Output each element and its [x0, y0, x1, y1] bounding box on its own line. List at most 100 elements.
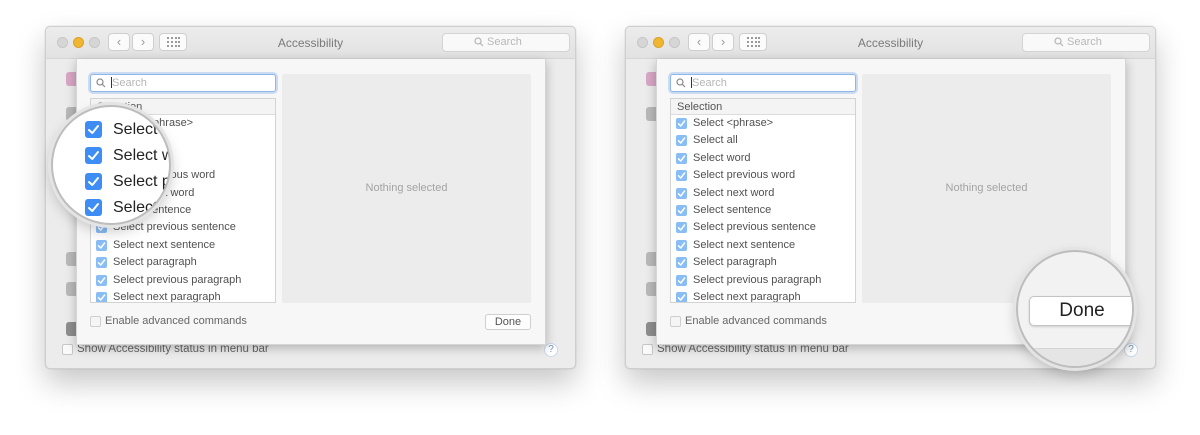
- item-checkbox[interactable]: [676, 187, 687, 199]
- list-item[interactable]: Select word: [671, 150, 855, 167]
- search-icon: [676, 78, 686, 88]
- item-checkbox-magnified: [85, 147, 102, 164]
- item-checkbox[interactable]: [676, 152, 687, 164]
- magnified-item-label: Select w: [113, 147, 171, 164]
- toolbar-search-field[interactable]: Search: [1022, 33, 1150, 52]
- enable-advanced-label: Enable advanced commands: [685, 315, 827, 327]
- list-item-label: Select previous paragraph: [693, 273, 822, 286]
- list-item[interactable]: Select paragraph: [91, 254, 275, 271]
- item-checkbox[interactable]: [676, 291, 687, 302]
- list-item-label: Select paragraph: [113, 256, 197, 269]
- item-checkbox[interactable]: [676, 257, 687, 269]
- list-item[interactable]: Select paragraph: [671, 254, 855, 271]
- done-button-magnified[interactable]: Done: [1029, 296, 1132, 326]
- checkmark-icon: [88, 125, 99, 134]
- sheet-search-input[interactable]: Search: [670, 74, 856, 92]
- toolbar-search-placeholder: Search: [1067, 36, 1102, 48]
- item-checkbox[interactable]: [676, 274, 687, 286]
- title-bar: ‹ › Accessibility Search: [626, 27, 1155, 59]
- enable-advanced-checkbox[interactable]: [670, 316, 681, 327]
- magnifier-checkboxes: Select Select w Select p Select: [51, 105, 171, 225]
- sheet-search-placeholder: Search: [112, 77, 147, 89]
- list-item-label: Select previous sentence: [113, 221, 236, 234]
- item-checkbox[interactable]: [676, 239, 687, 251]
- checkmark-icon: [677, 224, 686, 232]
- item-checkbox[interactable]: [96, 274, 107, 286]
- list-item-label: Select next sentence: [693, 238, 796, 251]
- list-item[interactable]: Select next sentence: [91, 237, 275, 254]
- commands-list[interactable]: Selection Select <phrase>Select allSelec…: [670, 98, 856, 303]
- list-item[interactable]: Select all: [671, 132, 855, 149]
- nothing-selected-label: Nothing selected: [365, 182, 448, 194]
- item-checkbox[interactable]: [676, 222, 687, 234]
- item-checkbox[interactable]: [676, 170, 687, 182]
- list-item[interactable]: Select next sentence: [671, 237, 855, 254]
- checkmark-icon: [677, 294, 686, 301]
- checkmark-icon: [677, 137, 686, 145]
- list-item[interactable]: Select sentence: [671, 202, 855, 219]
- checkmark-icon: [88, 151, 99, 160]
- item-checkbox-magnified: [85, 173, 102, 190]
- magnified-item-label: Select: [113, 199, 158, 216]
- list-item[interactable]: Select next paragraph: [671, 289, 855, 303]
- checkmark-icon: [677, 120, 686, 127]
- item-checkbox-magnified: [85, 121, 102, 138]
- magnified-bottom-bar: [1018, 348, 1132, 366]
- list-item-label: Select next sentence: [113, 238, 216, 251]
- checkmark-icon: [677, 241, 686, 249]
- list-item[interactable]: Select next paragraph: [91, 289, 275, 303]
- list-item-label: Select previous paragraph: [113, 273, 242, 286]
- checkmark-icon: [677, 207, 686, 214]
- checkmark-icon: [97, 259, 106, 266]
- checkmark-icon: [88, 203, 99, 212]
- list-item-label: Select next paragraph: [113, 290, 221, 303]
- show-status-checkbox[interactable]: [642, 344, 653, 355]
- list-item-label: Select <phrase>: [693, 117, 774, 129]
- list-item-label: Select paragraph: [693, 256, 777, 269]
- checkmark-icon: [677, 276, 686, 284]
- checkmark-icon: [677, 259, 686, 266]
- checkmark-icon: [97, 276, 106, 284]
- show-status-checkbox[interactable]: [62, 344, 73, 355]
- item-checkbox-magnified: [85, 199, 102, 216]
- list-item-label: Select next word: [693, 186, 775, 199]
- checkmark-icon: [97, 294, 106, 301]
- magnifier-done-button: Done: [1016, 250, 1134, 368]
- sheet-search-placeholder: Search: [692, 77, 727, 89]
- checkmark-icon: [677, 155, 686, 162]
- checkmark-icon: [97, 241, 106, 249]
- list-item[interactable]: Select next word: [671, 185, 855, 202]
- checkmark-icon: [677, 172, 686, 179]
- item-checkbox[interactable]: [96, 291, 107, 302]
- list-item-label: Select sentence: [693, 203, 772, 216]
- toolbar-search-field[interactable]: Search: [442, 33, 570, 52]
- list-item[interactable]: Select <phrase>: [671, 115, 855, 132]
- list-item-label: Select previous word: [693, 169, 796, 182]
- help-button[interactable]: ?: [544, 343, 558, 357]
- list-item[interactable]: Select previous word: [671, 167, 855, 184]
- magnified-item-label: Select: [113, 121, 158, 138]
- sheet-search-input[interactable]: Search: [90, 74, 276, 92]
- checkmark-icon: [677, 189, 686, 197]
- item-checkbox[interactable]: [676, 118, 687, 129]
- title-bar: ‹ › Accessibility Search: [46, 27, 575, 59]
- list-item[interactable]: Select previous paragraph: [671, 272, 855, 289]
- list-item-label: Select next paragraph: [693, 290, 801, 303]
- list-item-label: Select all: [693, 134, 738, 147]
- done-button[interactable]: Done: [485, 314, 531, 330]
- item-checkbox[interactable]: [676, 204, 687, 216]
- item-checkbox[interactable]: [96, 257, 107, 269]
- magnified-item-label: Select p: [113, 173, 171, 190]
- list-rows: Select <phrase> Select all Select word Sele…: [671, 115, 855, 303]
- item-checkbox[interactable]: [676, 135, 687, 147]
- list-item[interactable]: Select previous sentence: [671, 219, 855, 236]
- enable-advanced-checkbox[interactable]: [90, 316, 101, 327]
- list-item-label: Select previous sentence: [693, 221, 816, 234]
- checkmark-icon: [88, 177, 99, 186]
- search-icon: [1054, 37, 1064, 47]
- item-checkbox[interactable]: [96, 239, 107, 251]
- list-header: Selection: [671, 99, 855, 115]
- enable-advanced-label: Enable advanced commands: [105, 315, 247, 327]
- list-item[interactable]: Select previous paragraph: [91, 272, 275, 289]
- search-icon: [96, 78, 106, 88]
